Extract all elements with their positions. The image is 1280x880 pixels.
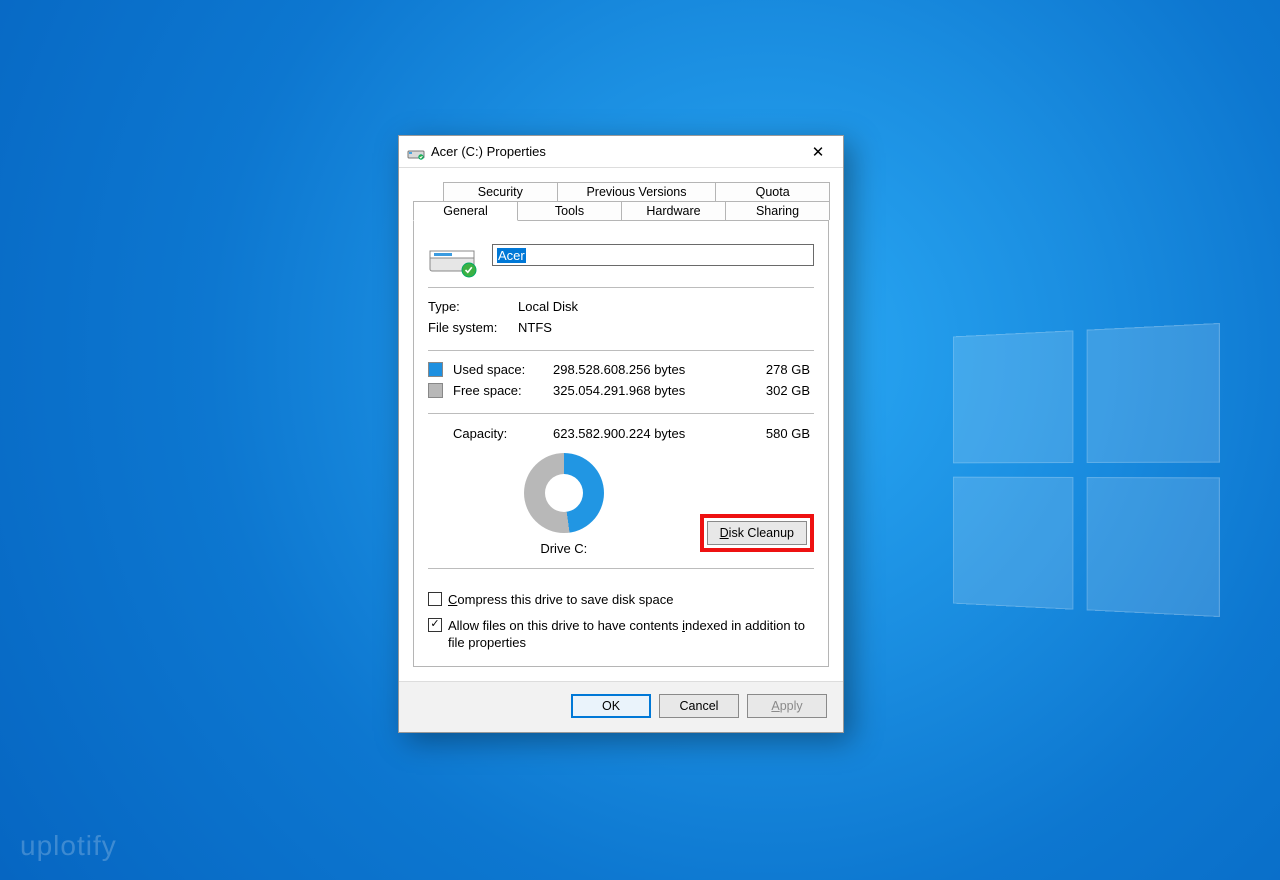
capacity-label: Capacity: [453, 426, 553, 441]
watermark-text: uplotify [20, 830, 117, 862]
drive-large-icon [428, 235, 476, 275]
tab-hardware[interactable]: Hardware [621, 201, 726, 220]
free-space-label: Free space: [453, 383, 553, 398]
separator [428, 287, 814, 288]
ok-button[interactable]: OK [571, 694, 651, 718]
free-space-bytes: 325.054.291.968 bytes [553, 383, 718, 398]
type-value: Local Disk [518, 299, 578, 314]
tab-tools[interactable]: Tools [517, 201, 622, 220]
free-space-gb: 302 GB [718, 383, 814, 398]
apply-button[interactable]: Apply [747, 694, 827, 718]
filesystem-label: File system: [428, 320, 518, 335]
drive-icon [407, 143, 425, 161]
separator [428, 568, 814, 569]
close-button[interactable]: ✕ [797, 138, 839, 166]
used-space-swatch [428, 362, 443, 377]
drive-name-value: Acer [497, 248, 526, 263]
tab-general[interactable]: General [413, 201, 518, 221]
used-space-bytes: 298.528.608.256 bytes [553, 362, 718, 377]
separator [428, 413, 814, 414]
capacity-donut-chart [524, 453, 604, 533]
tab-security[interactable]: Security [443, 182, 558, 201]
free-space-swatch [428, 383, 443, 398]
cancel-button[interactable]: Cancel [659, 694, 739, 718]
index-label[interactable]: Allow files on this drive to have conten… [448, 617, 814, 652]
capacity-gb: 580 GB [718, 426, 814, 441]
index-checkbox[interactable]: ✓ [428, 618, 442, 632]
windows-logo-icon [953, 323, 1220, 617]
used-space-gb: 278 GB [718, 362, 814, 377]
drive-name-input[interactable]: Acer [492, 244, 814, 266]
tab-sharing[interactable]: Sharing [725, 201, 830, 220]
tab-quota[interactable]: Quota [715, 182, 830, 201]
used-space-label: Used space: [453, 362, 553, 377]
title-bar[interactable]: Acer (C:) Properties ✕ [399, 136, 843, 168]
desktop-background: uplotify Acer (C:) Properties ✕ Security [0, 0, 1280, 880]
compress-label[interactable]: Compress this drive to save disk space [448, 591, 673, 609]
capacity-bytes: 623.582.900.224 bytes [553, 426, 718, 441]
dialog-footer: OK Cancel Apply [399, 681, 843, 732]
separator [428, 350, 814, 351]
tab-panel-general: Acer Type: Local Disk File system: NTFS [413, 220, 829, 667]
dialog-title: Acer (C:) Properties [431, 144, 797, 159]
compress-checkbox[interactable] [428, 592, 442, 606]
filesystem-value: NTFS [518, 320, 552, 335]
drive-letter-label: Drive C: [428, 541, 700, 556]
disk-cleanup-highlight: Disk Cleanup [700, 514, 814, 552]
properties-dialog: Acer (C:) Properties ✕ Security Previous… [398, 135, 844, 733]
tab-previous-versions[interactable]: Previous Versions [557, 182, 717, 201]
type-label: Type: [428, 299, 518, 314]
close-icon: ✕ [812, 143, 825, 161]
disk-cleanup-button[interactable]: Disk Cleanup [707, 521, 807, 545]
